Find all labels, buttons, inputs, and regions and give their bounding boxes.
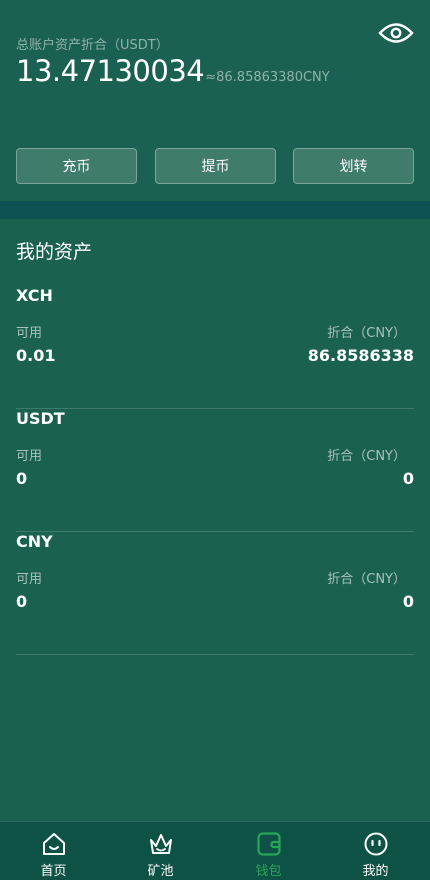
asset-summary-header: 总账户资产折合（USDT） 13.47130034 ≈86.85863380CN… xyxy=(0,0,430,200)
eye-icon[interactable] xyxy=(378,17,414,49)
available-label: 可用 xyxy=(16,572,43,587)
section-divider xyxy=(0,201,430,219)
crown-icon xyxy=(149,834,172,854)
total-assets-amount: 13.47130034 xyxy=(16,54,205,88)
withdraw-button[interactable]: 提币 xyxy=(155,148,276,184)
nav-label: 钱包 xyxy=(255,864,282,879)
total-assets-row: 13.47130034 ≈86.85863380CNY xyxy=(16,54,330,88)
cny-equivalent-label: 折合（CNY） xyxy=(327,572,406,587)
wallet-icon xyxy=(256,832,281,856)
available-label: 可用 xyxy=(16,449,43,464)
available-value: 0.01 xyxy=(16,346,56,365)
cny-equivalent-value: 86.8586338 xyxy=(307,346,414,365)
my-assets-section: 我的资产 XCH 可用 折合（CNY） 0.01 86.8586338 USDT… xyxy=(0,219,430,821)
transfer-button[interactable]: 划转 xyxy=(293,148,414,184)
nav-label: 我的 xyxy=(362,864,389,879)
total-assets-cny: ≈86.85863380CNY xyxy=(205,70,330,85)
cny-equivalent-label: 折合（CNY） xyxy=(327,326,406,341)
nav-label: 首页 xyxy=(40,864,67,879)
asset-row-usdt[interactable]: USDT 可用 折合（CNY） 0 0 xyxy=(16,409,414,532)
available-value: 0 xyxy=(16,592,28,611)
asset-row-cny[interactable]: CNY 可用 折合（CNY） 0 0 xyxy=(16,532,414,655)
cny-equivalent-value: 0 xyxy=(402,592,414,611)
asset-name: CNY xyxy=(16,532,53,551)
wallet-page: 总账户资产折合（USDT） 13.47130034 ≈86.85863380CN… xyxy=(0,0,430,880)
bottom-nav: 首页 矿池 钱包 我的 xyxy=(0,821,430,880)
nav-item-profile[interactable]: 我的 xyxy=(322,822,429,880)
nav-item-pool[interactable]: 矿池 xyxy=(107,822,214,880)
cny-equivalent-label: 折合（CNY） xyxy=(327,449,406,464)
home-icon xyxy=(42,833,65,855)
nav-item-wallet[interactable]: 钱包 xyxy=(215,822,322,880)
available-value: 0 xyxy=(16,469,28,488)
available-label: 可用 xyxy=(16,326,43,341)
nav-item-home[interactable]: 首页 xyxy=(0,822,107,880)
profile-face-icon xyxy=(364,832,387,856)
action-buttons: 充币 提币 划转 xyxy=(16,148,414,184)
total-assets-label: 总账户资产折合（USDT） xyxy=(16,38,169,53)
deposit-button[interactable]: 充币 xyxy=(16,148,137,184)
nav-label: 矿池 xyxy=(147,864,174,879)
my-assets-title: 我的资产 xyxy=(16,241,93,263)
cny-equivalent-value: 0 xyxy=(402,469,414,488)
asset-row-xch[interactable]: XCH 可用 折合（CNY） 0.01 86.8586338 xyxy=(16,286,414,409)
asset-name: USDT xyxy=(16,409,65,428)
asset-name: XCH xyxy=(16,286,53,305)
